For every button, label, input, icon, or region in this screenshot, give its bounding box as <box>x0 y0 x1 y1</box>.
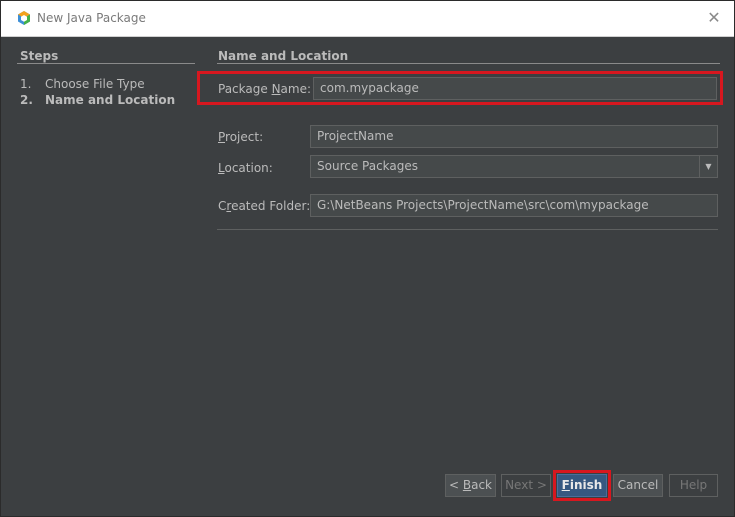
project-field: ProjectName <box>310 125 718 148</box>
step-name-and-location: 2. Name and Location <box>20 93 175 107</box>
help-button[interactable]: Help <box>669 474 718 497</box>
title-bar: New Java Package ✕ <box>1 1 734 37</box>
project-label: Project: <box>218 130 264 144</box>
step-choose-file-type: 1. Choose File Type <box>20 77 145 91</box>
next-button[interactable]: Next > <box>501 474 551 497</box>
cancel-button[interactable]: Cancel <box>613 474 663 497</box>
created-folder-label: Created Folder: <box>218 199 311 213</box>
back-button[interactable]: < Back <box>445 474 496 497</box>
location-label: Location: <box>218 161 273 175</box>
created-folder-field: G:\NetBeans Projects\ProjectName\src\com… <box>310 194 718 217</box>
section-heading: Name and Location <box>218 49 349 63</box>
close-icon[interactable]: ✕ <box>704 8 724 28</box>
package-name-label: Package Name: <box>218 82 312 96</box>
location-select[interactable]: Source Packages ▼ <box>310 155 718 178</box>
step-number: 1. <box>20 77 32 91</box>
section-divider <box>217 63 720 64</box>
steps-divider <box>17 63 195 64</box>
chevron-down-icon[interactable]: ▼ <box>699 156 717 177</box>
step-number: 2. <box>20 93 33 107</box>
package-name-field[interactable]: com.mypackage <box>313 77 717 100</box>
netbeans-logo-icon <box>18 11 30 25</box>
finish-button[interactable]: Finish <box>557 474 607 497</box>
step-label: Name and Location <box>45 93 176 107</box>
step-label: Choose File Type <box>45 77 145 91</box>
location-selected-value: Source Packages <box>317 159 419 173</box>
dialog-window: New Java Package ✕ Steps 1. Choose File T… <box>0 0 735 517</box>
form-divider <box>217 229 718 230</box>
window-title: New Java Package <box>37 11 146 25</box>
steps-heading: Steps <box>20 49 59 63</box>
